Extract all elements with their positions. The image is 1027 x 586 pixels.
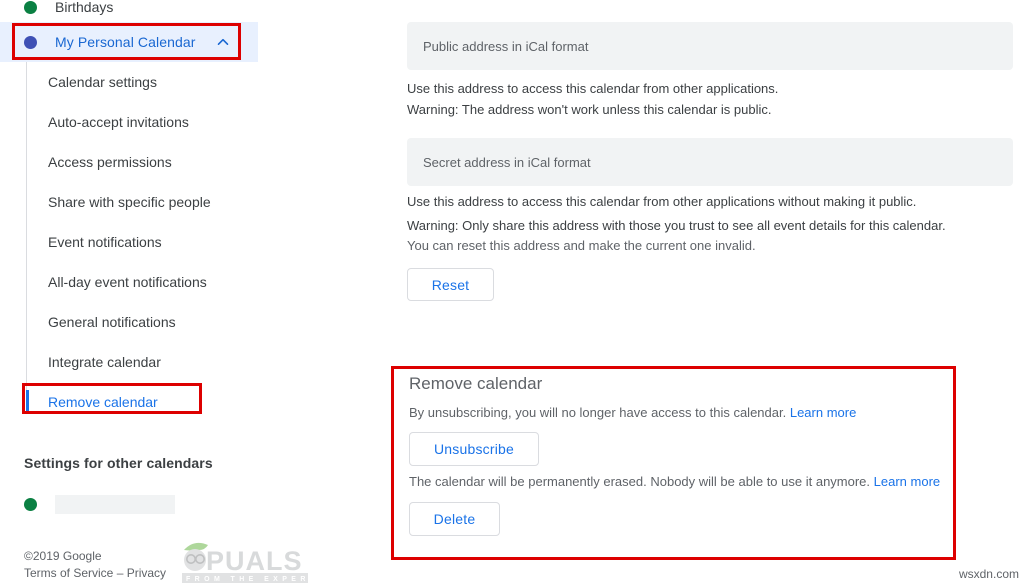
sidebar-item-share-with-specific-people[interactable]: Share with specific people bbox=[0, 182, 390, 222]
unsubscribe-button[interactable]: Unsubscribe bbox=[409, 432, 539, 466]
sidebar-item-label: Remove calendar bbox=[48, 394, 158, 410]
sidebar-item-label: Access permissions bbox=[48, 154, 172, 170]
delete-description-text: The calendar will be permanently erased.… bbox=[409, 474, 871, 489]
terms-of-service-link[interactable]: Terms of Service bbox=[24, 566, 113, 580]
public-address-description: Use this address to access this calendar… bbox=[407, 81, 779, 96]
remove-calendar-heading: Remove calendar bbox=[409, 374, 543, 393]
sidebar-item-all-day-event-notifications[interactable]: All-day event notifications bbox=[0, 262, 390, 302]
unsubscribe-description-text: By unsubscribing, you will no longer hav… bbox=[409, 405, 787, 420]
footer: ©2019 Google Terms of Service – Privacy bbox=[24, 548, 166, 582]
delete-learn-more-link[interactable]: Learn more bbox=[874, 474, 940, 489]
other-calendar-name-placeholder bbox=[55, 495, 175, 514]
sidebar-item-remove-calendar[interactable]: Remove calendar bbox=[0, 382, 390, 422]
sidebar-item-event-notifications[interactable]: Event notifications bbox=[0, 222, 390, 262]
other-calendars-heading: Settings for other calendars bbox=[24, 455, 213, 471]
sidebar-other-calendar-row[interactable] bbox=[24, 495, 175, 514]
unsubscribe-description: By unsubscribing, you will no longer hav… bbox=[409, 405, 856, 420]
source-watermark: wsxdn.com bbox=[958, 567, 1019, 581]
appuals-watermark-logo: PUALS FROM THE EXPERTS! bbox=[166, 538, 330, 584]
calendar-color-dot-icon bbox=[24, 0, 37, 14]
secret-address-warning: Warning: Only share this address with th… bbox=[407, 218, 946, 233]
footer-copyright: ©2019 Google bbox=[24, 549, 102, 563]
sidebar-item-label: Integrate calendar bbox=[48, 354, 161, 370]
footer-separator: – bbox=[113, 566, 127, 580]
sidebar-item-calendar-settings[interactable]: Calendar settings bbox=[0, 62, 390, 102]
chevron-up-icon[interactable] bbox=[214, 33, 232, 51]
sidebar-item-label: Share with specific people bbox=[48, 194, 211, 210]
svg-text:PUALS: PUALS bbox=[206, 546, 303, 576]
remove-calendar-panel: Remove calendar By unsubscribing, you wi… bbox=[391, 366, 956, 560]
secret-ical-address-field[interactable]: Secret address in iCal format bbox=[407, 138, 1013, 186]
sidebar-item-label: All-day event notifications bbox=[48, 274, 207, 290]
sidebar: Birthdays My Personal Calendar Calendar … bbox=[0, 0, 390, 586]
sidebar-calendar-birthdays[interactable]: Birthdays bbox=[0, 0, 390, 21]
sidebar-item-label: Event notifications bbox=[48, 234, 162, 250]
calendar-color-dot-icon bbox=[24, 498, 37, 511]
public-address-warning: Warning: The address won't work unless t… bbox=[407, 102, 772, 117]
svg-text:FROM THE EXPERTS!: FROM THE EXPERTS! bbox=[186, 576, 310, 583]
footer-links: Terms of Service – Privacy bbox=[24, 565, 166, 582]
sidebar-selected-calendar-label: My Personal Calendar bbox=[55, 34, 196, 50]
sidebar-selected-calendar-wrap: My Personal Calendar bbox=[0, 22, 260, 62]
calendar-color-dot-icon bbox=[24, 35, 37, 49]
secret-address-reset-note: You can reset this address and make the … bbox=[407, 238, 756, 253]
sidebar-item-auto-accept-invitations[interactable]: Auto-accept invitations bbox=[0, 102, 390, 142]
sidebar-item-label: Calendar settings bbox=[48, 74, 157, 90]
main-content: Public address in iCal format Use this a… bbox=[390, 0, 1027, 586]
public-ical-address-field[interactable]: Public address in iCal format bbox=[407, 22, 1013, 70]
sidebar-submenu: Calendar settings Auto-accept invitation… bbox=[0, 62, 390, 422]
delete-description: The calendar will be permanently erased.… bbox=[409, 474, 940, 489]
calendar-settings-page: Birthdays My Personal Calendar Calendar … bbox=[0, 0, 1027, 586]
sidebar-calendar-label: Birthdays bbox=[55, 0, 114, 15]
sidebar-item-label: Auto-accept invitations bbox=[48, 114, 189, 130]
delete-button[interactable]: Delete bbox=[409, 502, 500, 536]
sidebar-item-access-permissions[interactable]: Access permissions bbox=[0, 142, 390, 182]
secret-address-description: Use this address to access this calendar… bbox=[407, 194, 917, 209]
sidebar-item-integrate-calendar[interactable]: Integrate calendar bbox=[0, 342, 390, 382]
sidebar-item-general-notifications[interactable]: General notifications bbox=[0, 302, 390, 342]
unsubscribe-learn-more-link[interactable]: Learn more bbox=[790, 405, 856, 420]
sidebar-item-label: General notifications bbox=[48, 314, 176, 330]
reset-button[interactable]: Reset bbox=[407, 268, 494, 301]
privacy-link[interactable]: Privacy bbox=[127, 566, 166, 580]
sidebar-calendar-my-personal-calendar[interactable]: My Personal Calendar bbox=[0, 22, 258, 62]
